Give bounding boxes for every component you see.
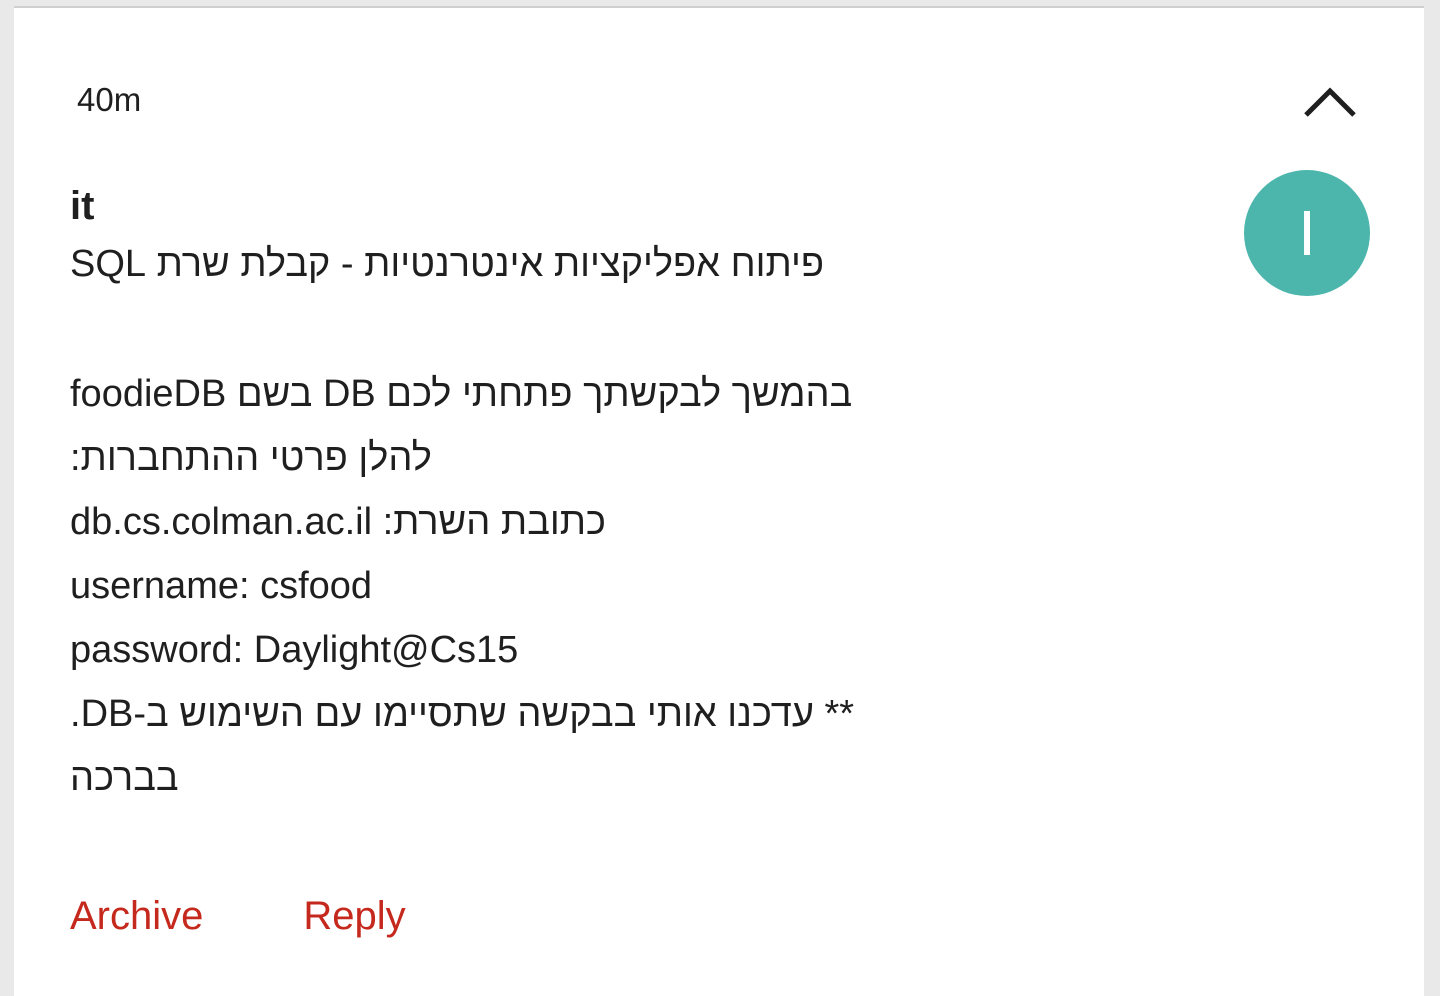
body-line: להלן פרטי ההתחברות: <box>70 437 432 479</box>
message-actions: Archive Reply <box>70 892 406 940</box>
body-line: ** עדכנו אותי בבקשה שתסיימו עם השימוש ב-… <box>70 693 855 735</box>
body-line: username: csfood <box>70 565 373 607</box>
collapse-button[interactable] <box>1300 78 1360 126</box>
avatar-letter: I <box>1298 197 1316 269</box>
body-line: כתובת השרת: db.cs.colman.ac.il <box>70 501 606 543</box>
body-line: בהמשך לבקשתך פתחתי לכם DB בשם foodieDB <box>70 373 853 415</box>
sender-avatar[interactable]: I <box>1244 170 1370 296</box>
reply-button[interactable]: Reply <box>303 892 405 940</box>
message-timestamp: 40m <box>77 81 142 118</box>
chevron-up-icon <box>1304 87 1356 117</box>
archive-button[interactable]: Archive <box>70 892 203 940</box>
sender-name: it <box>70 184 95 228</box>
message-body: בהמשך לבקשתך פתחתי לכם DB בשם foodieDB ל… <box>70 366 970 814</box>
body-line: password: Daylight@Cs15 <box>70 629 519 671</box>
message-subject: פיתוח אפליקציות אינטרנטיות - קבלת שרת SQ… <box>70 243 825 285</box>
body-line: בברכה <box>70 757 179 799</box>
email-message-card: 40m I it פיתוח אפליקציות אינטרנטיות - קב… <box>14 6 1424 996</box>
